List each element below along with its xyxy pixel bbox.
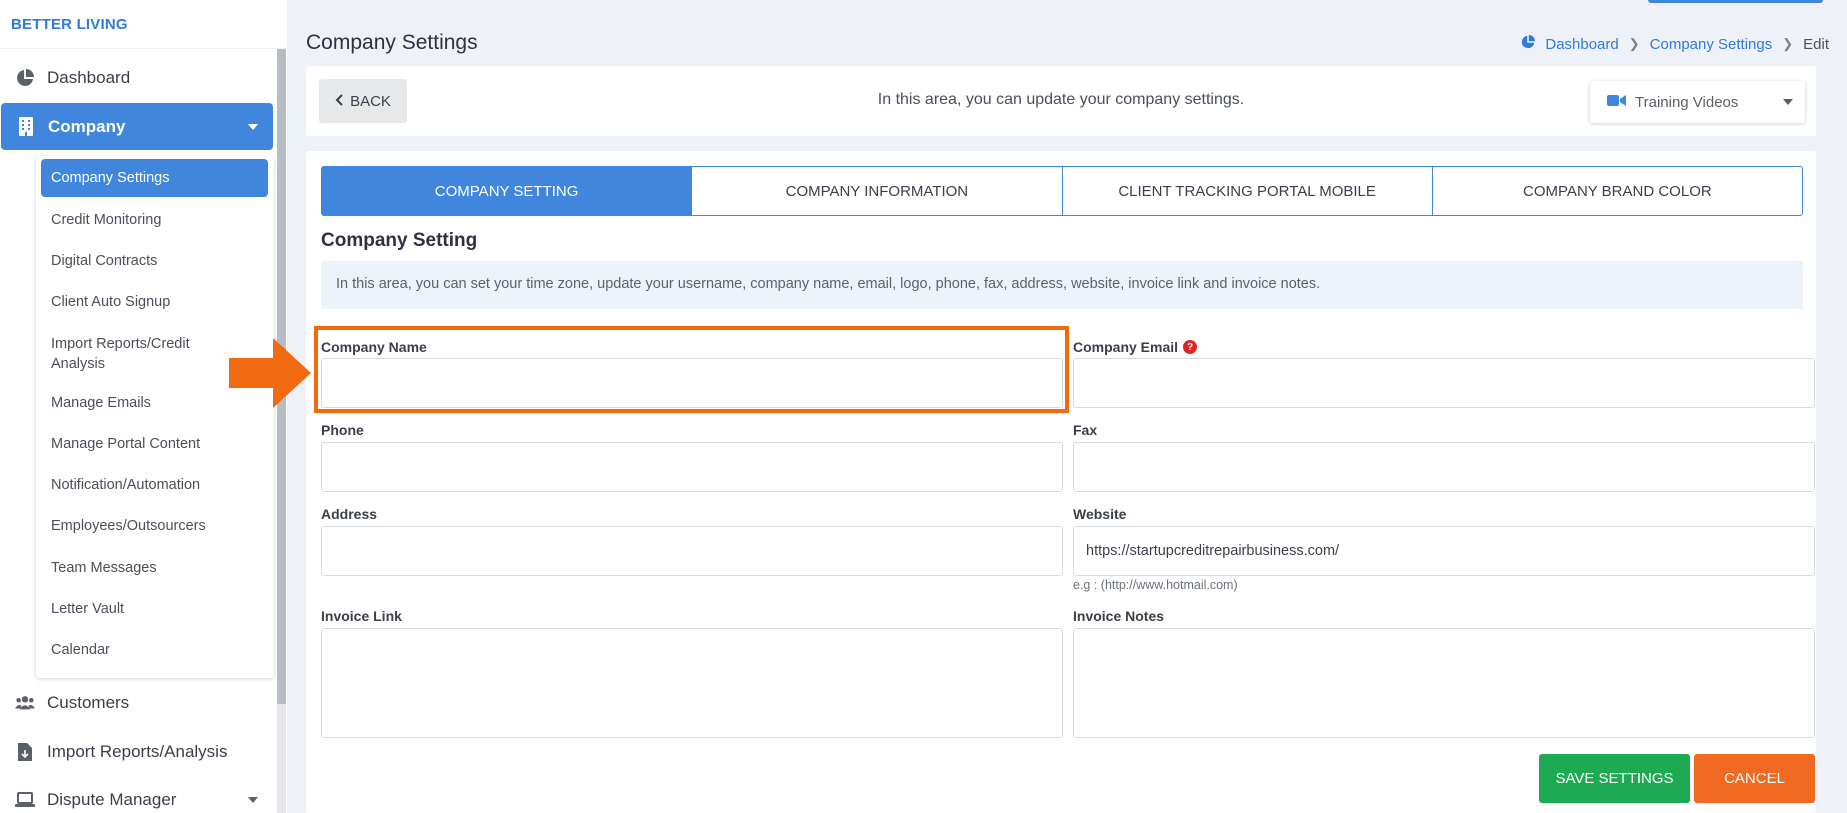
invoice-notes-textarea[interactable] bbox=[1073, 628, 1815, 738]
submenu-item-manage-portal-content[interactable]: Manage Portal Content bbox=[41, 436, 268, 452]
website-label: Website bbox=[1073, 506, 1127, 522]
company-email-label-text: Company Email bbox=[1073, 339, 1179, 355]
fax-label: Fax bbox=[1073, 422, 1098, 438]
submenu-item-digital-contracts[interactable]: Digital Contracts bbox=[41, 253, 268, 269]
submenu-item-calendar[interactable]: Calendar bbox=[41, 642, 268, 658]
sidebar-item-dispute-manager[interactable]: Dispute Manager bbox=[0, 785, 273, 813]
website-input[interactable] bbox=[1073, 526, 1815, 576]
back-button[interactable]: BACK bbox=[319, 79, 407, 123]
sidebar-item-label: Dispute Manager bbox=[47, 790, 177, 809]
submenu-item-import-reports[interactable]: Import Reports/Credit Analysis bbox=[41, 334, 241, 374]
sidebar-item-label: Company bbox=[48, 116, 126, 136]
breadcrumb-company-settings[interactable]: Company Settings bbox=[1650, 36, 1773, 53]
chevron-left-icon bbox=[335, 93, 343, 110]
sidebar-item-company[interactable]: Company bbox=[1, 103, 273, 150]
submenu-item-company-settings[interactable]: Company Settings bbox=[41, 159, 268, 197]
video-camera-icon bbox=[1607, 94, 1626, 111]
invoice-notes-label: Invoice Notes bbox=[1073, 608, 1165, 624]
chevron-right-icon: ❯ bbox=[1628, 36, 1640, 51]
company-name-label: Company Name bbox=[321, 339, 427, 355]
info-box: In this area, you can set your time zone… bbox=[321, 261, 1803, 309]
action-bar: In this area, you can update your compan… bbox=[306, 66, 1816, 136]
sidebar-item-dashboard[interactable]: Dashboard bbox=[0, 63, 273, 93]
company-email-label: Company Email ? bbox=[1073, 339, 1198, 355]
training-videos-dropdown[interactable]: Training Videos bbox=[1590, 81, 1805, 123]
submenu-item-letter-vault[interactable]: Letter Vault bbox=[41, 601, 268, 617]
address-label: Address bbox=[321, 506, 378, 522]
tab-company-setting[interactable]: COMPANY SETTING bbox=[322, 167, 693, 215]
invoice-link-textarea[interactable] bbox=[321, 628, 1063, 738]
save-settings-button[interactable]: SAVE SETTINGS bbox=[1539, 754, 1690, 803]
sidebar-item-label: Import Reports/Analysis bbox=[47, 742, 228, 761]
company-email-input[interactable] bbox=[1073, 358, 1815, 408]
breadcrumb: Dashboard ❯ Company Settings ❯ Edit bbox=[1521, 35, 1829, 53]
invoice-link-label: Invoice Link bbox=[321, 608, 402, 624]
dashboard-pie-icon bbox=[1521, 35, 1536, 53]
phone-label: Phone bbox=[321, 422, 364, 438]
company-submenu: Company Settings Credit Monitoring Digit… bbox=[36, 156, 274, 678]
submenu-item-employees-outsourcers[interactable]: Employees/Outsourcers bbox=[41, 518, 268, 534]
sidebar-item-label: Dashboard bbox=[47, 68, 131, 87]
chevron-down-icon bbox=[248, 123, 258, 130]
brand-logo[interactable]: BETTER LIVING bbox=[0, 0, 287, 49]
top-accent-bar bbox=[1648, 0, 1823, 3]
laptop-icon bbox=[15, 790, 35, 810]
section-title: Company Setting bbox=[321, 230, 478, 251]
sidebar-item-label: Customers bbox=[47, 693, 130, 712]
sidebar-scrollbar[interactable] bbox=[277, 49, 286, 813]
pie-chart-icon bbox=[15, 68, 35, 88]
sidebar-item-import-reports[interactable]: Import Reports/Analysis bbox=[0, 737, 273, 767]
website-hint: e.g : (http://www.hotmail.com) bbox=[1073, 578, 1238, 592]
submenu-item-credit-monitoring[interactable]: Credit Monitoring bbox=[41, 212, 268, 228]
training-videos-label: Training Videos bbox=[1635, 93, 1739, 111]
submenu-item-team-messages[interactable]: Team Messages bbox=[41, 560, 268, 576]
tab-company-brand-color[interactable]: COMPANY BRAND COLOR bbox=[1433, 167, 1802, 215]
sidebar-item-customers[interactable]: Customers bbox=[0, 688, 273, 718]
submenu-item-client-auto-signup[interactable]: Client Auto Signup bbox=[41, 294, 268, 310]
fax-input[interactable] bbox=[1073, 442, 1815, 492]
breadcrumb-edit: Edit bbox=[1803, 35, 1829, 53]
arrow-right-icon bbox=[229, 338, 311, 408]
chevron-down-icon bbox=[248, 797, 258, 803]
help-icon[interactable]: ? bbox=[1183, 340, 1198, 354]
company-name-input[interactable] bbox=[321, 358, 1063, 408]
users-icon bbox=[15, 693, 35, 713]
back-button-label: BACK bbox=[350, 92, 391, 110]
chevron-down-icon bbox=[1783, 99, 1793, 105]
building-icon bbox=[16, 117, 36, 137]
chevron-right-icon: ❯ bbox=[1782, 36, 1794, 51]
file-import-icon bbox=[15, 742, 35, 762]
breadcrumb-dashboard[interactable]: Dashboard bbox=[1545, 36, 1618, 53]
tab-client-tracking-portal-mobile[interactable]: CLIENT TRACKING PORTAL MOBILE bbox=[1063, 167, 1433, 215]
tab-company-information[interactable]: COMPANY INFORMATION bbox=[692, 167, 1063, 215]
submenu-item-notification-automation[interactable]: Notification/Automation bbox=[41, 477, 268, 493]
page-title: Company Settings bbox=[306, 31, 478, 54]
settings-tabs: COMPANY SETTING COMPANY INFORMATION CLIE… bbox=[321, 166, 1803, 216]
cancel-button[interactable]: CANCEL bbox=[1694, 754, 1815, 803]
address-input[interactable] bbox=[321, 526, 1063, 576]
phone-input[interactable] bbox=[321, 442, 1063, 492]
